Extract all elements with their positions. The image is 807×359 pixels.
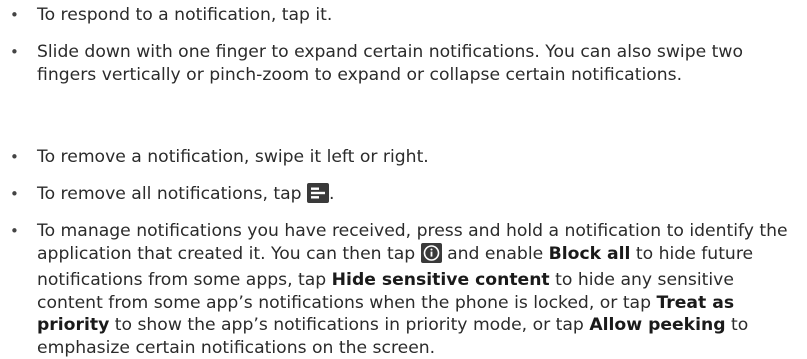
bullet-marker: • xyxy=(10,43,19,61)
list-item-text: To remove all notifications, tap . xyxy=(37,183,797,210)
bullet-marker: • xyxy=(10,222,19,240)
list-item: • Slide down with one finger to expand c… xyxy=(0,41,807,86)
hide-sensitive-content-label: Hide sensitive content xyxy=(331,270,550,290)
list-item: • To respond to a notification, tap it. xyxy=(0,4,807,27)
list-item-text-before: To remove all notifications, tap xyxy=(37,184,308,204)
text-run: to show the app’s notifications in prior… xyxy=(109,315,590,335)
list-item: • To manage notifications you have recei… xyxy=(0,220,807,359)
list-item: • To remove all notifications, tap . xyxy=(0,183,807,210)
bullet-marker: • xyxy=(10,185,19,203)
list-item-text: To respond to a notification, tap it. xyxy=(37,5,333,25)
list-item-text: To manage notifications you have receive… xyxy=(37,220,797,359)
list-item-text: Slide down with one finger to expand cer… xyxy=(37,42,743,85)
bullet-marker: • xyxy=(10,148,19,166)
allow-peeking-label: Allow peeking xyxy=(589,315,726,335)
document-page: • To respond to a notification, tap it. … xyxy=(0,0,807,358)
list-item-text-after: . xyxy=(329,184,335,204)
bullet-marker: • xyxy=(10,6,19,24)
list-item-text: To remove a notification, swipe it left … xyxy=(37,147,429,167)
text-run: and enable xyxy=(441,243,549,264)
block-all-label: Block all xyxy=(548,243,631,264)
clear-all-icon xyxy=(307,183,330,210)
info-icon xyxy=(420,242,442,270)
list-item: • To remove a notification, swipe it lef… xyxy=(0,146,807,169)
